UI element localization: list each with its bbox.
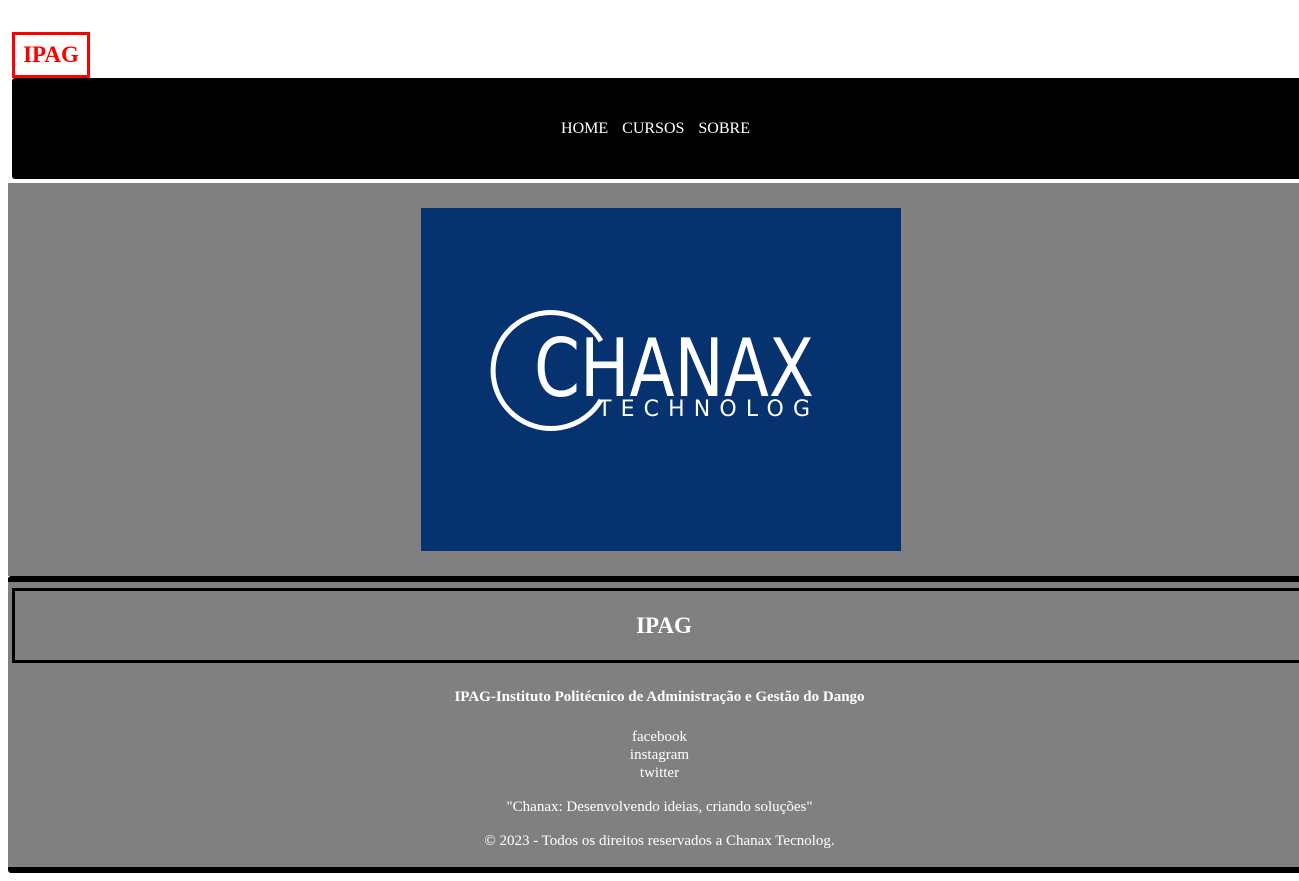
facebook-link[interactable]: facebook bbox=[20, 728, 1299, 746]
twitter-link[interactable]: twitter bbox=[20, 764, 1299, 782]
slogan-text: "Chanax: Desenvolvendo ideias, criando s… bbox=[506, 799, 813, 815]
nav-link-sobre[interactable]: SOBRE bbox=[698, 120, 750, 138]
social-links: facebook instagram twitter bbox=[8, 728, 1299, 782]
copyright-text: © 2023 - Todos os direitos reservados a … bbox=[484, 833, 835, 849]
chanax-logo-graphic: CHANAX TECHNOLOG bbox=[490, 310, 814, 431]
hero-section: CHANAX TECHNOLOG bbox=[8, 183, 1299, 576]
chanax-logo-image: CHANAX TECHNOLOG bbox=[421, 208, 901, 551]
main-navbar: HOME CURSOS SOBRE bbox=[12, 78, 1299, 179]
institute-name: IPAG-Instituto Politécnico de Administra… bbox=[454, 689, 865, 705]
nav-link-home[interactable]: HOME bbox=[561, 120, 608, 138]
logo-sub-text: TECHNOLOG bbox=[597, 397, 810, 422]
nav-link-cursos[interactable]: CURSOS bbox=[622, 120, 684, 138]
footer-title-box: IPAG bbox=[12, 588, 1299, 663]
instagram-link[interactable]: instagram bbox=[20, 746, 1299, 764]
page-footer: IPAG IPAG-Instituto Politécnico de Admin… bbox=[8, 576, 1299, 873]
footer-title: IPAG bbox=[636, 612, 692, 638]
site-logo[interactable]: IPAG bbox=[12, 32, 90, 78]
